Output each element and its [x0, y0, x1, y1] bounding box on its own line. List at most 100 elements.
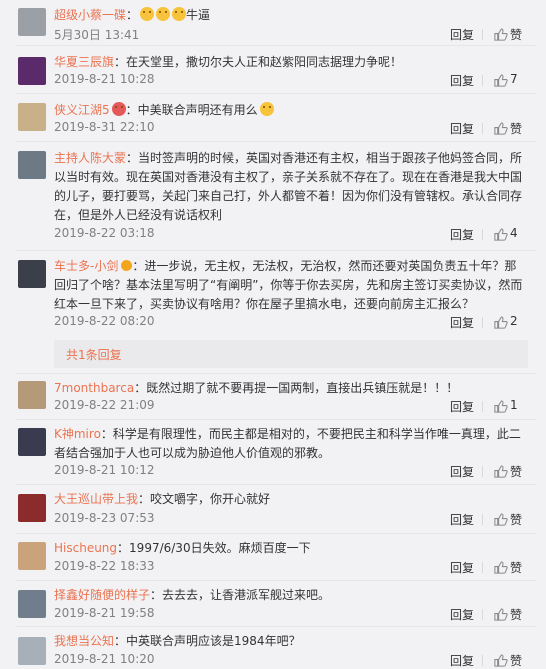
comment-date: 2019-8-21 10:20 [54, 652, 155, 666]
user-avatar[interactable] [18, 151, 46, 179]
action-divider [482, 29, 483, 40]
like-button[interactable]: 赞 [510, 606, 522, 623]
user-avatar[interactable] [18, 542, 46, 570]
comment-content: 科学是有限理性，而民主都是相对的，不要把民主和科学当作唯一真理，此二者结合强加于… [54, 427, 521, 460]
thumbs-up-icon[interactable] [493, 399, 508, 414]
comment-username[interactable]: 侠义江湖5 [54, 103, 110, 117]
reply-button[interactable]: 回复 [450, 463, 474, 480]
comment-date: 2019-8-21 10:12 [54, 463, 155, 477]
thumbs-up-icon[interactable] [493, 464, 508, 479]
comment-username[interactable]: Hischeung [54, 541, 117, 555]
comment-username[interactable]: 我想当公知 [54, 634, 114, 648]
action-divider [482, 655, 483, 666]
comment-text-block: K神miro：科学是有限理性，而民主都是相对的，不要把民主和科学当作唯一真理，此… [54, 425, 528, 463]
comment-date: 2019-8-21 19:58 [54, 606, 155, 620]
user-avatar[interactable] [18, 260, 46, 288]
comment-content: 咬文嚼字，你开心就好 [150, 492, 271, 506]
comment-content: 牛逼 [186, 8, 211, 22]
thumbs-up-icon[interactable] [493, 607, 508, 622]
like-count[interactable]: 2 [510, 314, 518, 328]
colon-separator: ： [126, 151, 139, 165]
user-avatar[interactable] [18, 57, 46, 85]
like-count[interactable]: 7 [510, 72, 518, 86]
comment-divider [16, 93, 536, 94]
reply-button[interactable]: 回复 [450, 226, 474, 243]
user-avatar[interactable] [18, 590, 46, 618]
action-divider [482, 466, 483, 477]
comment-divider [16, 533, 536, 534]
thumbs-up-icon[interactable] [493, 73, 508, 88]
colon-separator: ： [138, 492, 151, 506]
like-button[interactable]: 赞 [510, 120, 522, 137]
colon-separator: ： [150, 588, 163, 602]
action-divider [482, 609, 483, 620]
like-button[interactable]: 赞 [510, 26, 522, 43]
reply-button[interactable]: 回复 [450, 120, 474, 137]
like-button[interactable]: 赞 [510, 559, 522, 576]
comment-divider [16, 419, 536, 420]
comment-username[interactable]: 主持人陈大蒙 [54, 151, 126, 165]
like-button[interactable]: 赞 [510, 652, 522, 669]
colon-separator: ： [134, 381, 147, 395]
reply-button[interactable]: 回复 [450, 314, 474, 331]
comment-date: 2019-8-23 07:53 [54, 511, 155, 525]
comment-divider [16, 250, 536, 251]
like-count[interactable]: 1 [510, 398, 518, 412]
laugh-emoji [140, 7, 155, 21]
thumbs-up-icon[interactable] [493, 315, 508, 330]
comment-content: 既然过期了就不要再提一国两制，直接出兵镇压就是！！！ [146, 381, 459, 395]
action-divider [482, 229, 483, 240]
reply-button[interactable]: 回复 [450, 398, 474, 415]
comment-text-block: 择鑫好随便的样子：去去去，让香港派军舰过来吧。 [54, 586, 528, 605]
thumbs-up-icon[interactable] [493, 653, 508, 668]
comment-username[interactable]: K神miro [54, 427, 101, 441]
comment-username[interactable]: 车士多-小剑 [54, 259, 118, 273]
like-count[interactable]: 4 [510, 226, 518, 240]
like-button[interactable]: 赞 [510, 511, 522, 528]
like-button[interactable]: 赞 [510, 463, 522, 480]
comment-username[interactable]: 华夏三辰旗 [54, 55, 114, 69]
user-avatar[interactable] [18, 8, 46, 36]
more-replies-link[interactable]: 共1条回复 [66, 346, 122, 363]
comment-text-block: 华夏三辰旗：在天堂里，撒切尔夫人正和赵紫阳同志据理力争呢！ [54, 53, 528, 72]
colon-separator: ： [114, 55, 127, 69]
comment-content: 在天堂里，撒切尔夫人正和赵紫阳同志据理力争呢！ [126, 55, 403, 69]
comment-text-block: 大王巡山带上我：咬文嚼字，你开心就好 [54, 490, 528, 509]
reply-button[interactable]: 回复 [450, 72, 474, 89]
reply-button[interactable]: 回复 [450, 511, 474, 528]
colon-separator: ： [114, 634, 127, 648]
more-replies-bar[interactable]: 共1条回复 [54, 340, 528, 368]
comment-username[interactable]: 7monthbarca [54, 381, 134, 395]
comment-username[interactable]: 超级小蔡一碟 [54, 8, 126, 22]
thumbs-up-icon[interactable] [493, 560, 508, 575]
comment-list: 超级小蔡一碟： 牛逼 5月30日 13:41 回复赞华夏三辰旗：在天堂里，撒切尔夫人正… [0, 0, 546, 669]
user-avatar[interactable] [18, 381, 46, 409]
comment-date: 5月30日 13:41 [54, 28, 140, 42]
reply-button[interactable]: 回复 [450, 652, 474, 669]
colon-separator: ： [117, 541, 130, 555]
comment-date: 2019-8-22 03:18 [54, 226, 155, 240]
thumbs-up-icon[interactable] [493, 121, 508, 136]
thumbs-up-icon[interactable] [493, 512, 508, 527]
comment-text-block: 7monthbarca：既然过期了就不要再提一国两制，直接出兵镇压就是！！！ [54, 379, 528, 398]
reply-button[interactable]: 回复 [450, 606, 474, 623]
vip-badge-icon [121, 260, 133, 271]
comment-divider [16, 626, 536, 627]
comment-date: 2019-8-21 10:28 [54, 72, 155, 86]
laugh-emoji [156, 7, 171, 21]
comment-content: 中美联合声明还有用么 [137, 103, 258, 117]
user-avatar[interactable] [18, 637, 46, 665]
colon-separator: ： [125, 103, 138, 117]
comment-divider [16, 45, 536, 46]
reply-button[interactable]: 回复 [450, 26, 474, 43]
comment-username[interactable]: 大王巡山带上我 [54, 492, 138, 506]
user-avatar[interactable] [18, 428, 46, 456]
user-avatar[interactable] [18, 103, 46, 131]
user-avatar[interactable] [18, 494, 46, 522]
colon-separator: ： [100, 427, 113, 441]
thumbs-up-icon[interactable] [493, 27, 508, 42]
thumbs-up-icon[interactable] [493, 227, 508, 242]
reply-button[interactable]: 回复 [450, 559, 474, 576]
comment-username[interactable]: 择鑫好随便的样子 [54, 588, 150, 602]
action-divider [482, 514, 483, 525]
